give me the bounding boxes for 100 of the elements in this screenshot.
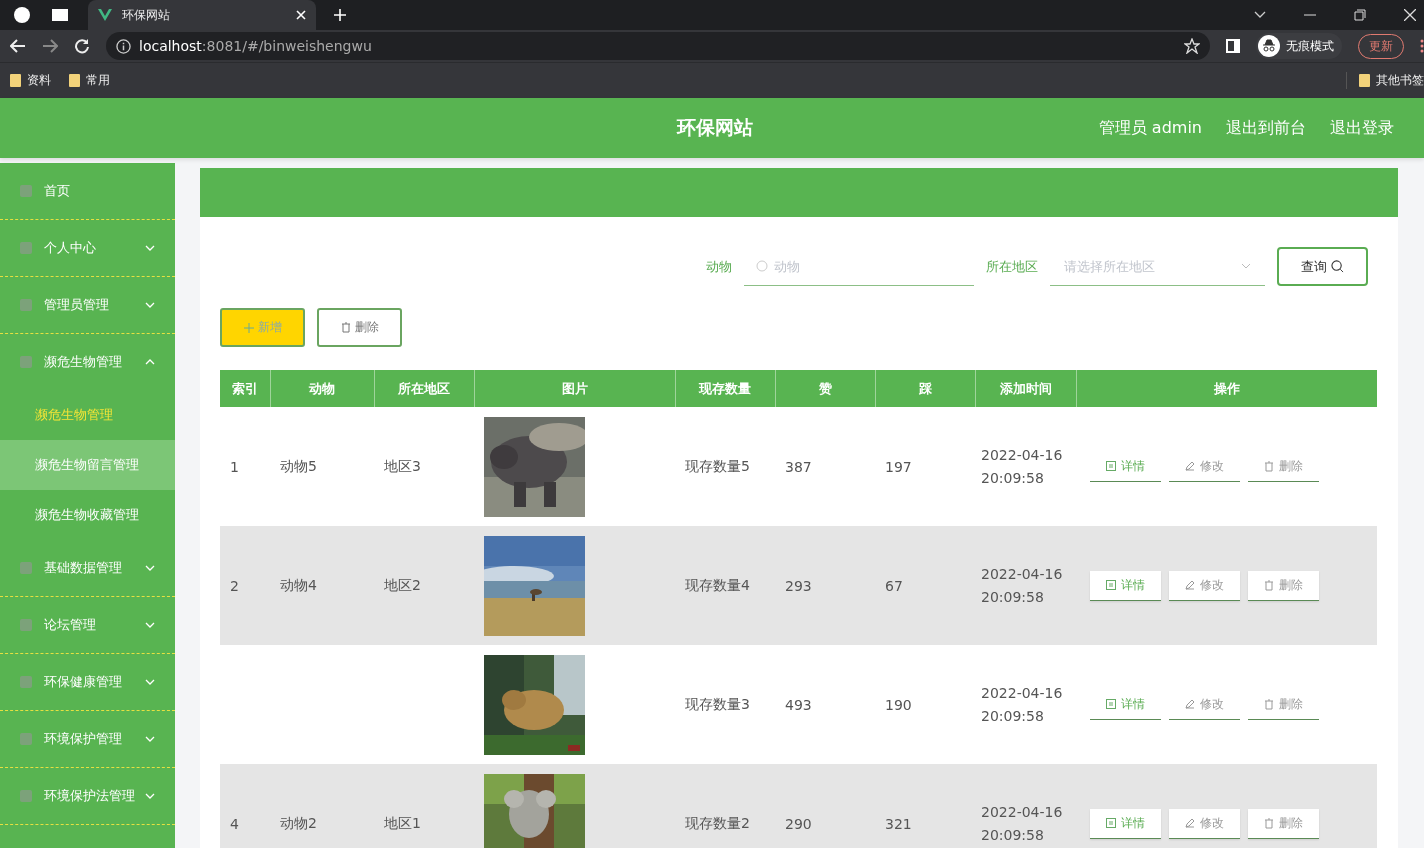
table-cell: 197 [885,458,912,475]
row-action-button[interactable]: 删除 [1248,451,1319,482]
menu-item[interactable]: 首页 [0,163,175,219]
field-label: 所在地区 [986,257,1038,276]
more-icon[interactable] [1420,39,1424,53]
bookmark-folder[interactable]: 常用 [69,72,110,89]
trash-icon [1264,460,1274,472]
table-cell: 4 [230,815,239,832]
header-link[interactable]: 退出登录 [1330,117,1394,139]
address-field[interactable]: localhost:8081/#/binweishengwu [106,32,1210,60]
table-cell-text: 2022-04-16 20:09:58 [981,802,1063,845]
header-link[interactable]: 管理员 admin [1098,117,1202,139]
bookmark-folder[interactable]: 其他书签 [1346,72,1424,89]
row-action-button[interactable]: 详情 [1090,451,1161,482]
table-cell: 现存数量4 [685,576,750,593]
table-cell: 现存数量2 [685,814,750,831]
menu-item[interactable]: 环境保护法管理 [0,768,175,824]
menu-item[interactable]: 基础数据管理 [0,540,175,596]
pencil-icon [1185,699,1195,709]
column-header: 赞 [775,370,875,407]
chevron-down-icon[interactable] [1254,11,1266,19]
forward-icon[interactable] [42,39,58,53]
menu-item[interactable]: 濒危生物管理 [0,334,175,390]
table-cell: 290 [785,815,812,832]
table-cell: 地区1 [384,814,421,831]
table-cell: 190 [885,696,912,713]
table-cell: 动物5 [280,457,317,474]
bookmark-folder[interactable]: 资料 [10,72,51,89]
table-cell: 动物4 [280,576,317,593]
row-action-button[interactable]: 修改 [1169,689,1240,720]
column-header: 踩 [875,370,975,407]
table-cell: 1 [230,458,239,475]
column-header: 图片 [474,370,675,407]
trash-icon [340,322,351,333]
row-action-button[interactable]: 修改 [1169,451,1240,482]
pencil-icon [1185,461,1195,471]
submenu-item[interactable]: 濒危生物留言管理 [0,440,175,490]
add-button[interactable]: 新增 [220,308,305,347]
chevron-icon [145,679,155,685]
table-cell: 动物2 [280,814,317,831]
menu-item[interactable]: 个人中心 [0,220,175,276]
row-action-button[interactable]: 删除 [1248,689,1319,720]
trash-icon [1264,817,1274,829]
row-action-button[interactable]: 详情 [1090,689,1161,720]
restore-icon[interactable] [1354,9,1366,21]
row-action-button[interactable]: 详情 [1090,570,1161,601]
menu-item[interactable]: 论坛管理 [0,597,175,653]
document-icon [1106,699,1116,709]
row-action-button[interactable]: 修改 [1169,570,1240,601]
incognito-icon [1258,35,1280,57]
column-header: 所在地区 [374,370,474,407]
table-cell: 387 [785,458,812,475]
document-icon [1106,580,1116,590]
chevron-icon [145,359,155,365]
reload-icon[interactable] [74,38,90,54]
table-cell: 地区3 [384,457,421,474]
document-icon [1106,818,1116,828]
table-cell: 493 [785,696,812,713]
new-tab-icon[interactable] [334,9,346,21]
menu-item[interactable]: 管理员管理 [0,277,175,333]
menu-icon [20,299,32,311]
menu-item[interactable]: 环境保护管理 [0,711,175,767]
chevron-icon [145,565,155,571]
table-cell: 67 [885,577,903,594]
table-cell: 地区2 [384,576,421,593]
table-cell: 321 [885,815,912,832]
star-icon[interactable] [1184,38,1200,54]
menu-icon [20,562,32,574]
table-cell-text: 2022-04-16 20:09:58 [981,683,1063,726]
row-action-button[interactable]: 修改 [1169,808,1240,839]
query-button[interactable]: 查询 [1277,247,1368,286]
back-icon[interactable] [10,39,26,53]
browser-tab[interactable]: 环保网站 [88,0,316,30]
chevron-icon [1241,263,1251,269]
field-label: 动物 [706,257,732,276]
side-panel-icon[interactable] [1226,39,1240,53]
row-action-button[interactable]: 详情 [1090,808,1161,839]
table-cell-text: 2022-04-16 20:09:58 [981,564,1063,607]
column-header: 索引 [220,370,270,407]
row-action-button[interactable]: 删除 [1248,570,1319,601]
pencil-icon [1185,580,1195,590]
table-cell: 2 [230,577,239,594]
menu-icon [20,790,32,802]
delete-button[interactable]: 删除 [317,308,402,347]
submenu-item[interactable]: 濒危生物收藏管理 [0,490,175,540]
document-icon [1106,461,1116,471]
plus-icon [243,322,254,333]
close-icon[interactable] [1404,9,1416,21]
row-action-button[interactable]: 删除 [1248,808,1319,839]
table-cell: 现存数量5 [685,457,750,474]
menu-item[interactable]: 环保健康管理 [0,654,175,710]
menu-icon [20,356,32,368]
site-title: 环保网站 [677,115,753,140]
trash-icon [1264,698,1274,710]
incognito-badge[interactable]: 无痕模式 [1256,33,1342,59]
menu-icon [20,619,32,631]
header-link[interactable]: 退出到前台 [1226,117,1306,139]
info-icon [116,38,131,54]
chevron-icon [145,736,155,742]
submenu-item[interactable]: 濒危生物管理 [0,390,175,440]
